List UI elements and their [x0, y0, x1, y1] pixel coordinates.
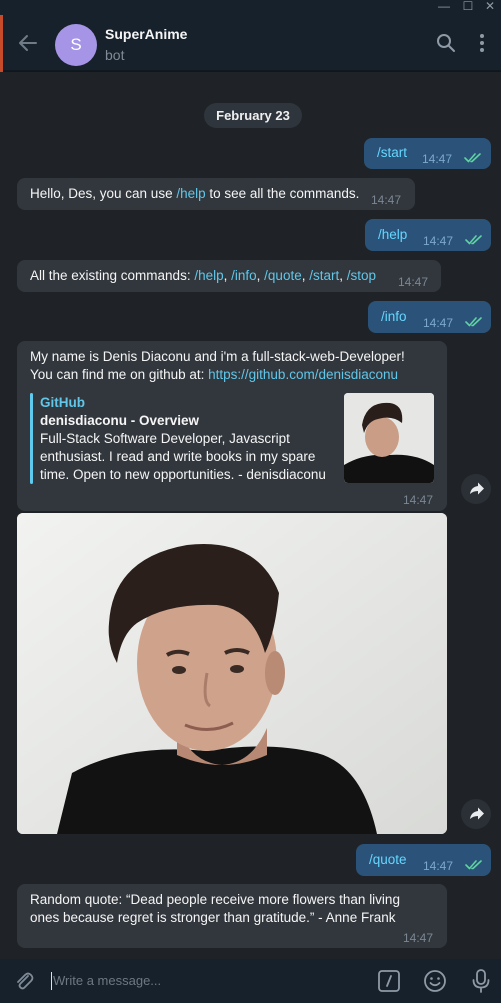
forward-button[interactable]: [461, 799, 491, 829]
message-time: 14:47: [423, 316, 454, 330]
message-text: You can find me on github at: https://gi…: [30, 367, 399, 382]
message-time: 14:47: [371, 193, 402, 207]
maximize-button[interactable]: ☐: [458, 0, 478, 15]
message-outgoing[interactable]: /help 14:47: [365, 219, 491, 251]
message-time: 14:47: [403, 931, 434, 945]
search-icon: [437, 34, 455, 52]
back-button[interactable]: [16, 33, 40, 53]
message-time: 14:47: [423, 234, 454, 248]
slash-command-icon: [378, 970, 400, 992]
more-vertical-icon: [480, 34, 484, 52]
attach-button[interactable]: [12, 969, 36, 993]
chat-header: S SuperAnime bot: [0, 15, 501, 71]
search-button[interactable]: [436, 33, 456, 53]
command-link[interactable]: /start: [309, 268, 339, 283]
share-arrow-icon: [470, 482, 484, 495]
profile-photo-thumbnail: [344, 393, 434, 483]
message-text: All the existing commands: /help, /info,…: [30, 268, 377, 283]
message-time: 14:47: [423, 859, 454, 873]
message-incoming[interactable]: My name is Denis Diaconu and i'm a full-…: [17, 341, 447, 511]
message-outgoing[interactable]: /start 14:47: [364, 138, 491, 169]
command-link[interactable]: /info: [381, 308, 407, 326]
command-link[interactable]: /help: [378, 226, 407, 244]
message-time: 14:47: [422, 152, 453, 166]
paperclip-icon: [17, 972, 34, 990]
preview-thumbnail[interactable]: [344, 393, 434, 483]
double-check-icon: [465, 317, 482, 327]
message-input[interactable]: Write a message...: [53, 971, 353, 991]
message-outgoing[interactable]: /info 14:47: [368, 301, 491, 333]
message-text: Random quote: “Dead people receive more …: [30, 892, 400, 907]
chat-status: bot: [105, 47, 125, 63]
preview-description: enthusiast. I read and write books in my…: [40, 449, 316, 464]
profile-photo: [17, 513, 447, 834]
github-link[interactable]: https://github.com/denisdiaconu: [208, 367, 398, 382]
window-edge-accent: [0, 15, 3, 73]
minimize-button[interactable]: —: [434, 0, 454, 15]
smiley-icon: [424, 970, 446, 992]
close-window-button[interactable]: ✕: [480, 0, 500, 15]
command-link[interactable]: /info: [231, 268, 257, 283]
message-incoming[interactable]: Random quote: “Dead people receive more …: [17, 884, 447, 948]
link-preview[interactable]: GitHub denisdiaconu - Overview Full-Stac…: [30, 393, 434, 485]
text-cursor: [51, 972, 52, 990]
message-incoming[interactable]: Hello, Des, you can use /help to see all…: [17, 178, 415, 210]
preview-description: time. Open to new opportunities. - denis…: [40, 467, 326, 482]
arrow-left-icon: [19, 35, 37, 51]
preview-title: denisdiaconu - Overview: [40, 413, 200, 428]
message-time: 14:47: [398, 275, 429, 289]
share-arrow-icon: [470, 807, 484, 820]
command-link[interactable]: /stop: [347, 268, 376, 283]
voice-record-button[interactable]: [470, 968, 492, 994]
bot-commands-button[interactable]: [378, 970, 400, 992]
message-text: Hello, Des, you can use /help to see all…: [30, 186, 360, 201]
double-check-icon: [464, 153, 481, 163]
photo-message[interactable]: [17, 513, 447, 834]
window-titlebar: — ☐ ✕: [0, 0, 501, 15]
chat-title[interactable]: SuperAnime: [105, 26, 187, 42]
date-separator: February 23: [204, 103, 302, 128]
double-check-icon: [465, 860, 482, 870]
message-text: My name is Denis Diaconu and i'm a full-…: [30, 349, 405, 364]
message-outgoing[interactable]: /quote 14:47: [356, 844, 491, 876]
message-text: ones because regret is stronger than gra…: [30, 910, 396, 925]
command-link[interactable]: /help: [176, 186, 205, 201]
microphone-icon: [472, 969, 490, 993]
avatar[interactable]: S: [55, 24, 97, 66]
emoji-button[interactable]: [423, 969, 447, 993]
message-incoming[interactable]: All the existing commands: /help, /info,…: [17, 260, 441, 292]
message-time: 14:47: [403, 493, 434, 507]
forward-button[interactable]: [461, 474, 491, 504]
more-options-button[interactable]: [474, 33, 490, 53]
command-link[interactable]: /help: [194, 268, 223, 283]
message-composer: Write a message...: [0, 959, 501, 1003]
command-link[interactable]: /start: [377, 144, 407, 162]
preview-accent-bar: [30, 393, 33, 484]
command-link[interactable]: /quote: [369, 851, 407, 869]
preview-site-name: GitHub: [40, 395, 85, 410]
command-link[interactable]: /quote: [264, 268, 302, 283]
preview-description: Full-Stack Software Developer, Javascrip…: [40, 431, 290, 446]
double-check-icon: [465, 235, 482, 245]
